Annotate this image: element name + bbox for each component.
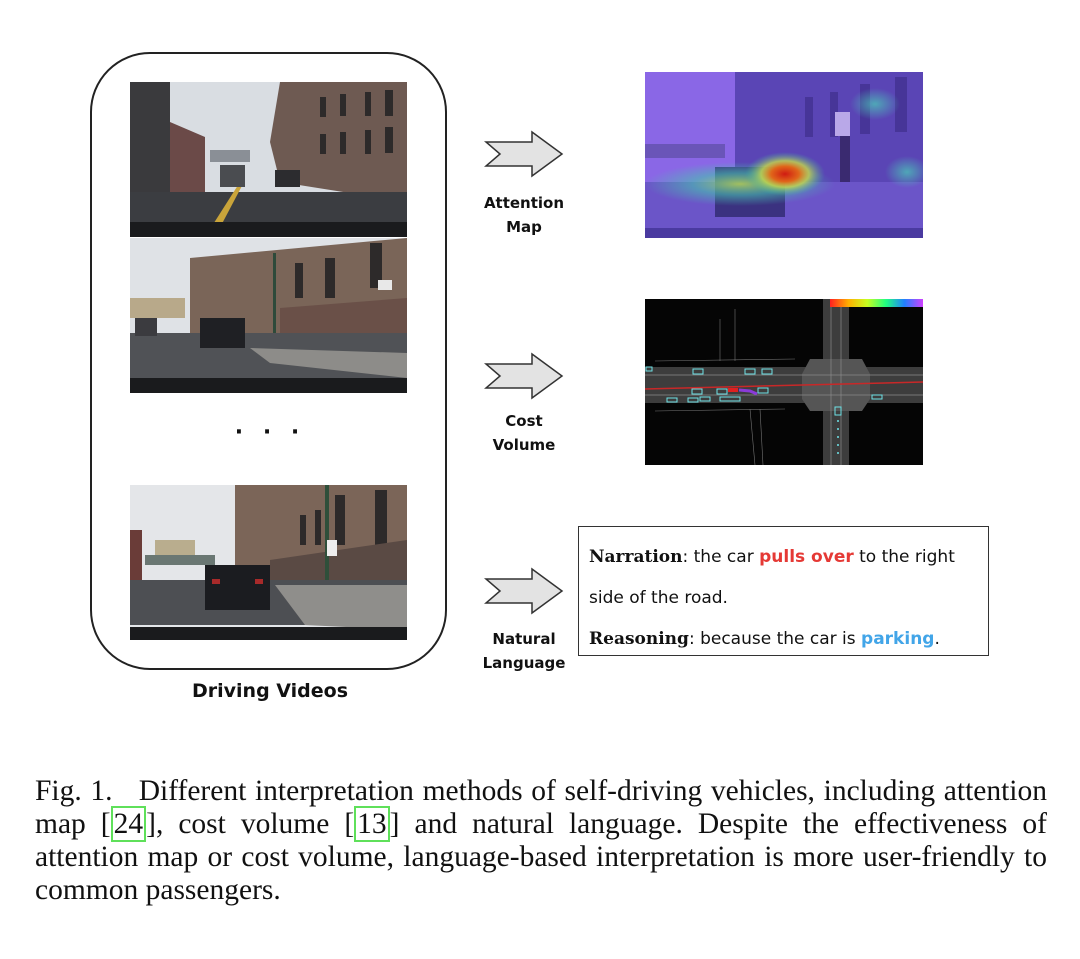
label-line: Attention xyxy=(483,194,565,212)
reasoning-post: . xyxy=(934,629,940,649)
narration-label: Narration xyxy=(589,547,683,567)
caption-text: ], cost volume [ xyxy=(146,808,355,840)
attention-map-image xyxy=(645,72,923,238)
attention-map-label: Attention Map xyxy=(469,191,579,239)
reasoning-pre: : because the car is xyxy=(688,629,862,649)
citation-link-24[interactable]: 24 xyxy=(110,806,147,842)
arrow-right-icon xyxy=(484,352,564,400)
citation-link-13[interactable]: 13 xyxy=(354,806,390,842)
reasoning-highlight: parking xyxy=(861,629,935,649)
natural-language-box: Narration: the car pulls over to the rig… xyxy=(578,526,989,656)
narration-text: Narration: the car pulls over to the rig… xyxy=(589,537,978,619)
driving-video-frame-2 xyxy=(130,238,407,393)
narration-highlight: pulls over xyxy=(759,547,854,567)
cost-volume-label: Cost Volume xyxy=(469,409,579,457)
narration-pre: : the car xyxy=(682,547,760,567)
reasoning-label: Reasoning xyxy=(589,629,689,649)
frames-ellipsis: · · · xyxy=(234,420,306,445)
arrow-right-icon xyxy=(484,130,564,178)
figure-caption: Fig. 1. Different interpretation methods… xyxy=(35,775,1047,907)
caption-prefix: Fig. 1. xyxy=(35,775,113,807)
driving-video-frame-3 xyxy=(130,485,407,640)
label-line: Cost xyxy=(505,412,543,430)
label-line: Map xyxy=(506,218,542,236)
label-line: Volume xyxy=(492,436,556,454)
driving-video-frame-1 xyxy=(130,82,407,237)
arrow-right-icon xyxy=(484,567,564,615)
label-line: Natural xyxy=(492,630,556,648)
cost-volume-image xyxy=(645,299,923,465)
reasoning-text: Reasoning: because the car is parking. xyxy=(589,619,978,660)
natural-language-label: Natural Language xyxy=(460,627,588,675)
driving-videos-label: Driving Videos xyxy=(191,680,349,702)
label-line: Language xyxy=(482,654,566,672)
